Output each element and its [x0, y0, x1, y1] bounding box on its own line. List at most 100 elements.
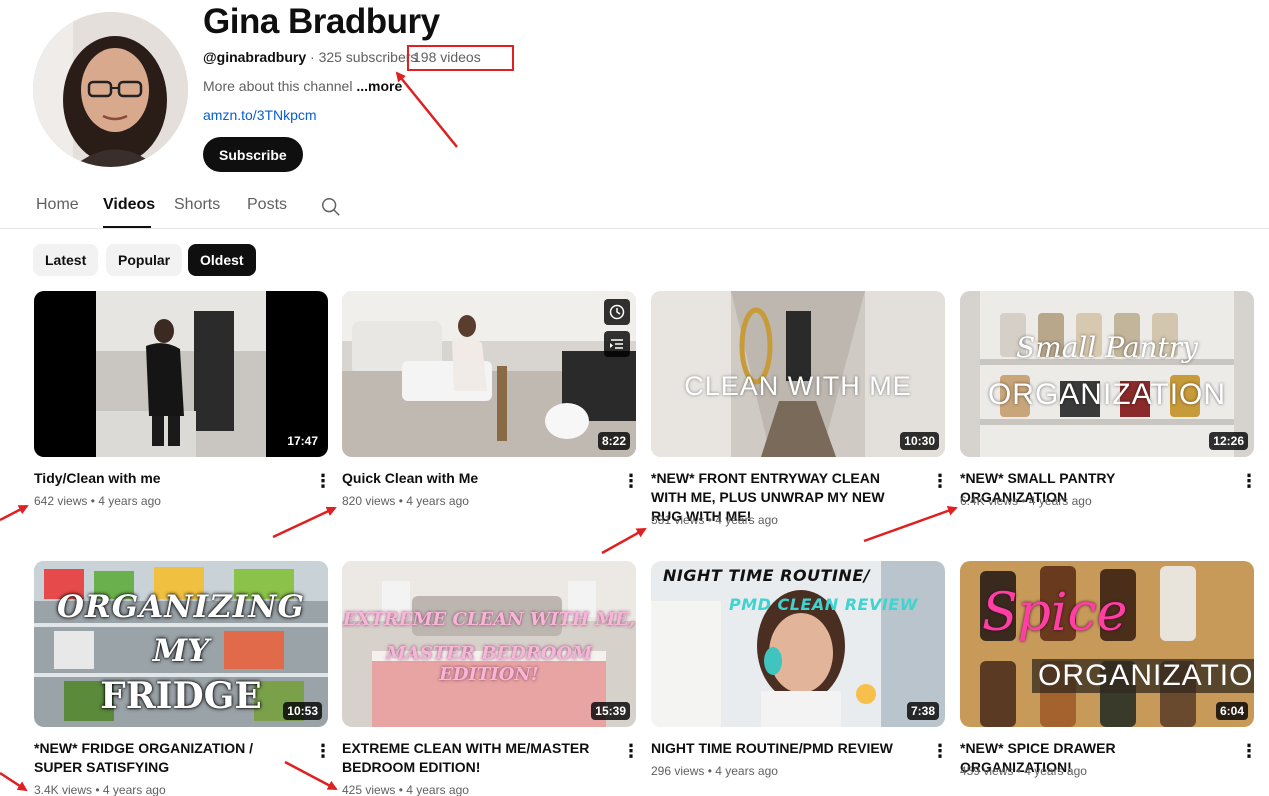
video-title[interactable]: Quick Clean with Me — [342, 469, 604, 488]
channel-link[interactable]: amzn.to/3TNkpcm — [203, 107, 317, 123]
view-count: 459 views — [960, 764, 1014, 778]
video-thumbnail[interactable]: 17:47 — [34, 291, 328, 457]
thumbnail-overlay-text: MASTER BEDROOM EDITION! — [385, 643, 592, 685]
video-duration: 10:53 — [283, 702, 322, 720]
video-stats: 6.4K views • 4 years ago — [960, 494, 1092, 508]
thumbnail-overlay-text: Spice — [982, 583, 1128, 643]
subscriber-count: 325 subscribers — [318, 49, 418, 65]
tab-videos[interactable]: Videos — [103, 196, 155, 214]
video-stats: 820 views • 4 years ago — [342, 494, 469, 508]
stats-separator: • — [92, 783, 103, 796]
thumbnail-overlay-text: PMD CLEAN REVIEW — [729, 595, 918, 614]
video-title[interactable]: *NEW* FRIDGE ORGANIZATION / SUPER SATISF… — [34, 739, 296, 777]
video-title[interactable]: EXTREME CLEAN WITH ME/MASTER BEDROOM EDI… — [342, 739, 604, 777]
video-thumbnail[interactable]: NIGHT TIME ROUTINE/ PMD CLEAN REVIEW 7:3… — [651, 561, 945, 727]
video-card[interactable]: 8:22 Quick Clean with Me ⋮ 820 views • 4… — [342, 291, 640, 508]
video-card[interactable]: ORGANIZING MY FRIDGE 10:53 *NEW* FRIDGE … — [34, 561, 332, 796]
more-vert-icon[interactable]: ⋮ — [622, 471, 640, 491]
chip-popular[interactable]: Popular — [106, 244, 183, 276]
thumbnail-image — [651, 561, 945, 727]
video-duration: 17:47 — [283, 432, 322, 450]
video-card[interactable]: CLEAN WITH ME 10:30 *NEW* FRONT ENTRYWAY… — [651, 291, 949, 527]
avatar-photo — [33, 12, 188, 167]
view-count: 425 views — [342, 783, 396, 796]
upload-age: 4 years ago — [102, 783, 166, 796]
channel-about[interactable]: More about this channel ...more — [203, 78, 402, 94]
view-count: 642 views — [34, 494, 88, 508]
more-vert-icon[interactable]: ⋮ — [314, 741, 332, 761]
more-vert-icon[interactable]: ⋮ — [314, 471, 332, 491]
video-stats: 642 views • 4 years ago — [34, 494, 161, 508]
subscribe-button[interactable]: Subscribe — [203, 137, 303, 172]
thumbnail-overlay-text: ORGANIZING — [56, 589, 306, 625]
view-count: 3.4K views — [34, 783, 93, 796]
thumbnail-overlay-text: CLEAN WITH ME — [684, 371, 912, 401]
search-icon[interactable] — [320, 196, 342, 218]
thumbnail-overlay-text: Small Pantry — [1016, 331, 1198, 364]
about-text: More about this channel — [203, 78, 357, 94]
video-duration: 8:22 — [597, 432, 630, 450]
stats-separator: • — [395, 783, 407, 796]
about-more-link[interactable]: ...more — [356, 78, 402, 94]
upload-age: 4 years ago — [406, 494, 469, 508]
video-duration: 12:26 — [1209, 432, 1248, 450]
view-count: 820 views — [342, 494, 396, 508]
upload-age: 4 years ago — [406, 783, 469, 796]
tab-shorts[interactable]: Shorts — [174, 196, 220, 214]
thumbnail-overlay-text: NIGHT TIME ROUTINE/ — [663, 566, 871, 585]
meta-separator: · — [306, 49, 319, 65]
video-thumbnail[interactable]: Small Pantry ORGANIZATION 12:26 — [960, 291, 1254, 457]
annotation-arrow — [272, 506, 337, 539]
chip-latest[interactable]: Latest — [33, 244, 99, 276]
tab-posts[interactable]: Posts — [247, 196, 287, 214]
video-thumbnail[interactable]: EXTREME CLEAN WITH ME, MASTER BEDROOM ED… — [342, 561, 636, 727]
video-stats: 296 views • 4 years ago — [651, 764, 778, 778]
annotation-arrow — [601, 527, 647, 555]
video-stats: 531 views • 4 years ago — [651, 513, 778, 527]
clock-icon[interactable] — [604, 299, 630, 325]
video-stats: 3.4K views • 4 years ago — [34, 783, 166, 796]
stats-separator: • — [1013, 764, 1025, 778]
video-card[interactable]: Small Pantry ORGANIZATION 12:26 *NEW* SM… — [960, 291, 1258, 508]
video-duration: 15:39 — [591, 702, 630, 720]
annotation-arrow — [0, 771, 28, 792]
annotation-arrow — [0, 504, 29, 522]
video-thumbnail[interactable]: ORGANIZING MY FRIDGE 10:53 — [34, 561, 328, 727]
video-title[interactable]: NIGHT TIME ROUTINE/PMD REVIEW — [651, 739, 913, 758]
thumbnail-overlay-text: EXTREME CLEAN WITH ME, — [342, 609, 636, 630]
video-stats: 425 views • 4 years ago — [342, 783, 469, 796]
video-duration: 7:38 — [906, 702, 939, 720]
view-count: 296 views — [651, 764, 705, 778]
channel-tabs: Home Videos Shorts Posts — [0, 185, 1269, 229]
stats-separator: • — [1018, 494, 1029, 508]
video-count: 198 videos — [413, 49, 481, 65]
video-title[interactable]: Tidy/Clean with me — [34, 469, 296, 488]
thumbnail-image — [342, 291, 636, 457]
video-thumbnail[interactable]: 8:22 — [342, 291, 636, 457]
video-thumbnail[interactable]: Spice ORGANIZATION 6:04 — [960, 561, 1254, 727]
chip-oldest[interactable]: Oldest — [188, 244, 256, 276]
upload-age: 4 years ago — [98, 494, 161, 508]
queue-icon[interactable] — [604, 331, 630, 357]
upload-age: 4 years ago — [715, 764, 778, 778]
more-vert-icon[interactable]: ⋮ — [931, 471, 949, 491]
video-card[interactable]: Spice ORGANIZATION 6:04 *NEW* SPICE DRAW… — [960, 561, 1258, 778]
stats-separator: • — [395, 494, 407, 508]
thumbnail-overlay-text: MY — [152, 633, 210, 669]
video-card[interactable]: NIGHT TIME ROUTINE/ PMD CLEAN REVIEW 7:3… — [651, 561, 949, 778]
upload-age: 4 years ago — [715, 513, 778, 527]
channel-avatar[interactable] — [33, 12, 188, 167]
more-vert-icon[interactable]: ⋮ — [931, 741, 949, 761]
thumbnail-overlay-text: ORGANIZATION — [1032, 659, 1254, 693]
video-thumbnail[interactable]: CLEAN WITH ME 10:30 — [651, 291, 945, 457]
more-vert-icon[interactable]: ⋮ — [1240, 741, 1258, 761]
view-count: 6.4K views — [960, 494, 1019, 508]
more-vert-icon[interactable]: ⋮ — [1240, 471, 1258, 491]
video-card[interactable]: 17:47 Tidy/Clean with me ⋮ 642 views • 4… — [34, 291, 332, 508]
stats-separator: • — [704, 764, 716, 778]
upload-age: 4 years ago — [1024, 764, 1087, 778]
more-vert-icon[interactable]: ⋮ — [622, 741, 640, 761]
video-stats: 459 views • 4 years ago — [960, 764, 1087, 778]
tab-home[interactable]: Home — [36, 196, 79, 214]
video-card[interactable]: EXTREME CLEAN WITH ME, MASTER BEDROOM ED… — [342, 561, 640, 796]
